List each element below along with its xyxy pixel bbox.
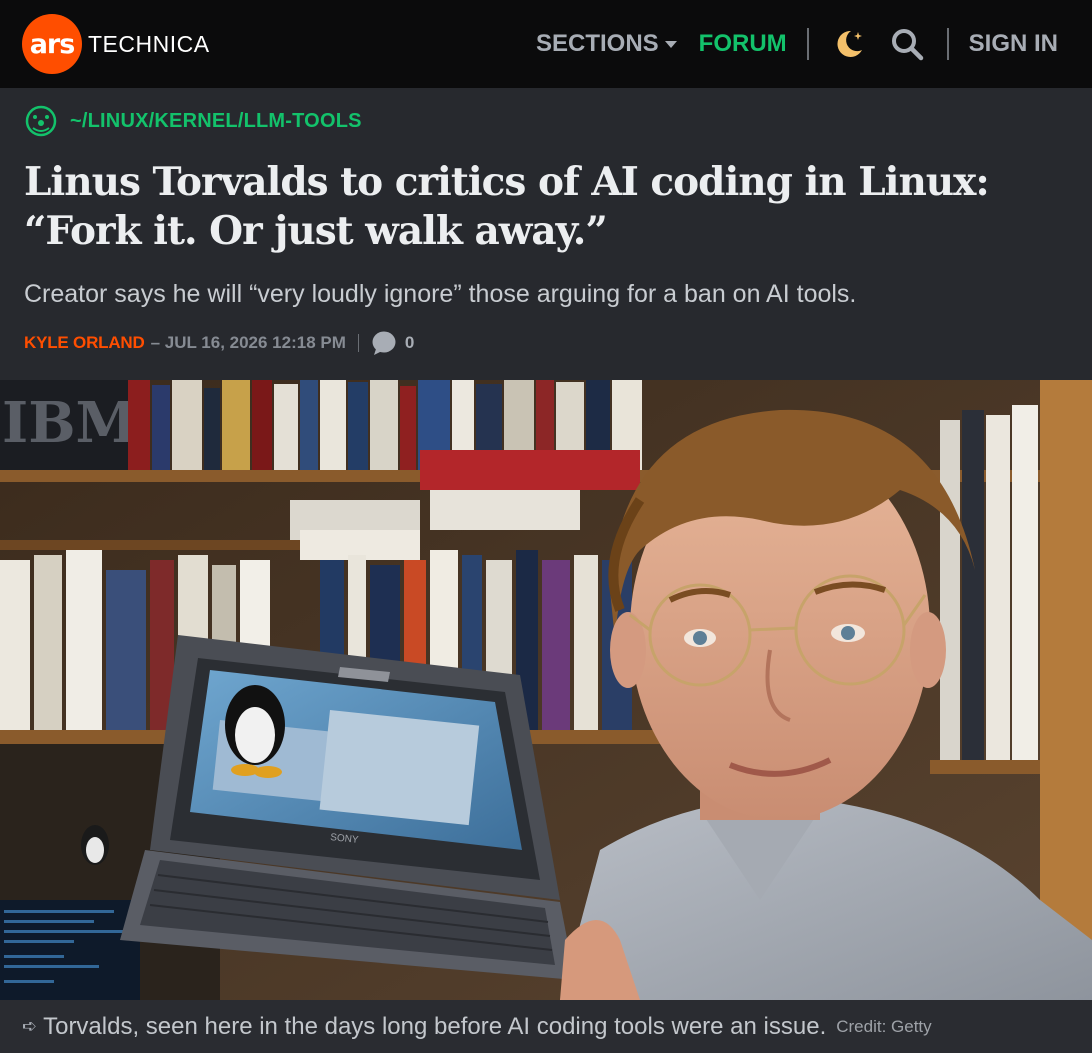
logo-mark: ars — [22, 14, 82, 74]
title-line-2: “Fork it. Or just walk away.” — [24, 208, 608, 254]
sections-label: SECTIONS — [535, 30, 659, 57]
hero-image: IBM SONY — [0, 380, 1092, 1000]
nav-divider — [946, 28, 949, 60]
image-caption: ➪ Torvalds, seen here in the days long b… — [0, 1000, 1092, 1053]
byline-divider — [357, 334, 359, 352]
nav-divider — [806, 28, 809, 60]
sections-menu-button[interactable]: SECTIONS — [536, 30, 677, 58]
article-title: Linus Torvalds to critics of AI coding i… — [24, 158, 1074, 256]
main-nav: SECTIONS FORUM SIGN IN — [536, 0, 1058, 88]
site-logo[interactable]: ars TECHNICA — [22, 14, 210, 74]
forum-link[interactable]: FORUM — [699, 30, 787, 58]
search-icon[interactable] — [887, 24, 927, 64]
breadcrumb-path[interactable]: ~/LINUX/KERNEL/LLM-TOOLS — [70, 110, 362, 133]
byline: KYLE ORLAND – JUL 16, 2026 12:18 PM 0 — [24, 330, 414, 356]
moon-icon[interactable] — [829, 24, 869, 64]
caption-credit: Credit: Getty — [836, 1016, 932, 1036]
author-link[interactable]: KYLE ORLAND — [24, 333, 145, 353]
comment-bubble-icon[interactable] — [371, 330, 397, 356]
breadcrumb[interactable]: ~/LINUX/KERNEL/LLM-TOOLS — [24, 104, 362, 138]
publish-date: – JUL 16, 2026 12:18 PM — [150, 333, 346, 352]
title-line-1: Linus Torvalds to critics of AI coding i… — [24, 159, 990, 205]
ibm-sign: IBM — [2, 390, 138, 456]
caption-text: Torvalds, seen here in the days long bef… — [43, 1012, 827, 1040]
chevron-down-icon — [664, 40, 677, 48]
logo-wordmark: TECHNICA — [88, 30, 210, 57]
top-navigation-bar: ars TECHNICA SECTIONS FORUM SIGN IN — [0, 0, 1092, 88]
article-subtitle: Creator says he will “very loudly ignore… — [24, 280, 857, 308]
sign-in-link[interactable]: SIGN IN — [969, 30, 1058, 58]
comment-count[interactable]: 0 — [405, 333, 414, 353]
caption-arrow-icon: ➪ — [22, 1016, 38, 1036]
linux-section-icon — [25, 105, 57, 137]
article-header: ~/LINUX/KERNEL/LLM-TOOLS Linus Torvalds … — [0, 88, 1092, 380]
